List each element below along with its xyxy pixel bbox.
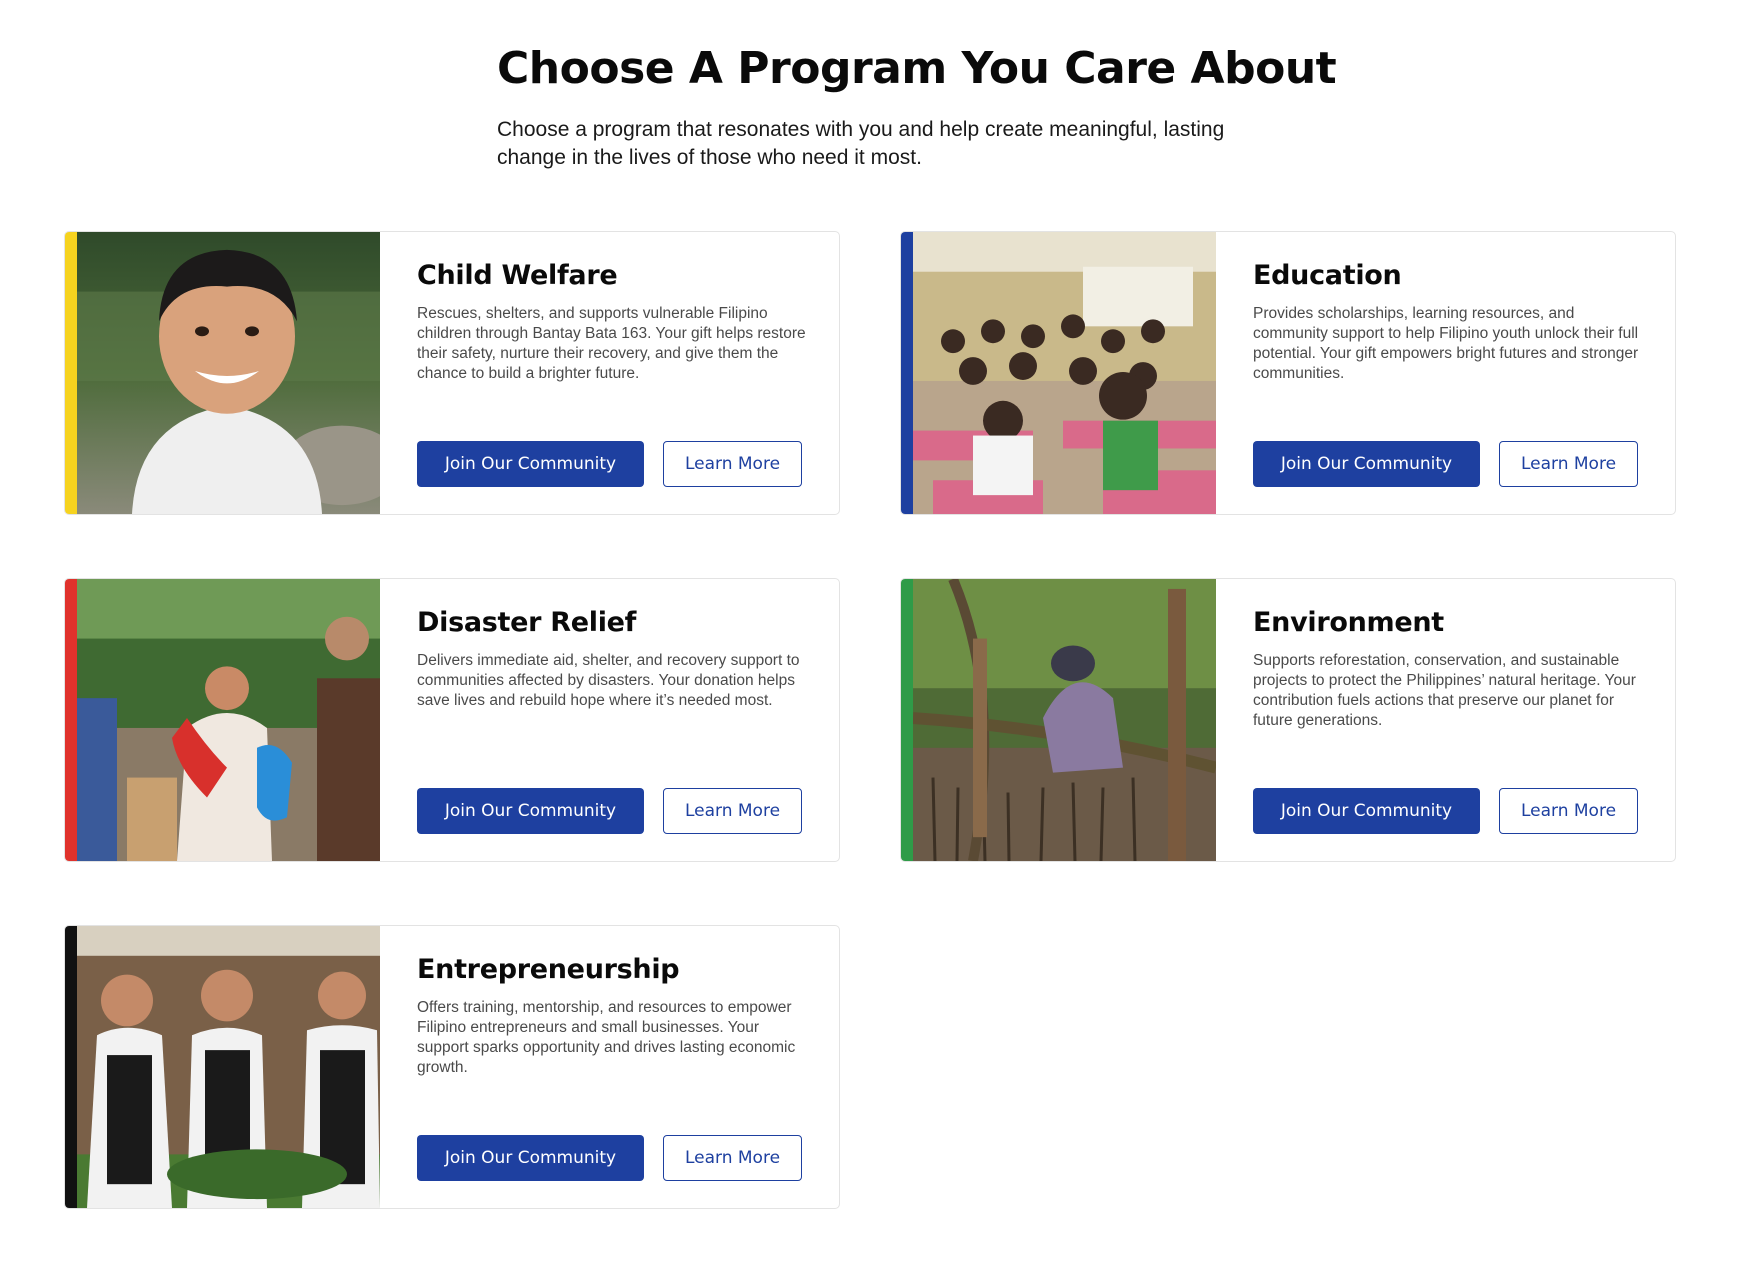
- smiling-child-photo: [77, 232, 380, 514]
- page-subtitle: Choose a program that resonates with you…: [497, 118, 1225, 169]
- program-card-environment: Environment Supports reforestation, cons…: [900, 578, 1676, 862]
- join-community-button[interactable]: Join Our Community: [1253, 788, 1480, 834]
- card-title: Entrepreneurship: [417, 954, 680, 985]
- card-accent-bar: [65, 232, 77, 514]
- join-community-button[interactable]: Join Our Community: [1253, 441, 1480, 487]
- program-card-education: Education Provides scholarships, learnin…: [900, 231, 1676, 515]
- learn-more-button[interactable]: Learn More: [663, 441, 802, 487]
- learn-more-button[interactable]: Learn More: [1499, 441, 1638, 487]
- program-card-disaster-relief: Disaster Relief Delivers immediate aid, …: [64, 578, 840, 862]
- card-title: Child Welfare: [417, 260, 618, 291]
- card-accent-bar: [65, 579, 77, 861]
- card-accent-bar: [901, 232, 913, 514]
- card-title: Environment: [1253, 607, 1444, 638]
- card-content: Child Welfare Rescues, shelters, and sup…: [417, 258, 817, 384]
- join-community-button[interactable]: Join Our Community: [417, 788, 644, 834]
- card-accent-bar: [901, 579, 913, 861]
- card-title: Disaster Relief: [417, 607, 637, 638]
- relief-distribution-photo: [77, 579, 380, 861]
- women-entrepreneurs-photo: [77, 926, 380, 1208]
- program-card-entrepreneurship: Entrepreneurship Offers training, mentor…: [64, 925, 840, 1209]
- card-content: Entrepreneurship Offers training, mentor…: [417, 952, 817, 1078]
- classroom-students-photo: [913, 232, 1216, 514]
- card-title: Education: [1253, 260, 1402, 291]
- learn-more-button[interactable]: Learn More: [663, 1135, 802, 1181]
- card-description: Offers training, mentorship, and resourc…: [417, 999, 796, 1076]
- mangrove-planting-photo: [913, 579, 1216, 861]
- card-description: Provides scholarships, learning resource…: [1253, 305, 1639, 382]
- page-title: Choose A Program You Care About: [497, 43, 1337, 94]
- program-card-child-welfare: Child Welfare Rescues, shelters, and sup…: [64, 231, 840, 515]
- join-community-button[interactable]: Join Our Community: [417, 441, 644, 487]
- join-community-button[interactable]: Join Our Community: [417, 1135, 644, 1181]
- learn-more-button[interactable]: Learn More: [1499, 788, 1638, 834]
- section-header: Choose A Program You Care About Choose a…: [497, 40, 1337, 172]
- card-accent-bar: [65, 926, 77, 1208]
- learn-more-button[interactable]: Learn More: [663, 788, 802, 834]
- card-content: Environment Supports reforestation, cons…: [1253, 605, 1653, 731]
- card-content: Education Provides scholarships, learnin…: [1253, 258, 1653, 384]
- card-content: Disaster Relief Delivers immediate aid, …: [417, 605, 817, 711]
- card-description: Rescues, shelters, and supports vulnerab…: [417, 305, 806, 382]
- card-description: Supports reforestation, conservation, an…: [1253, 652, 1636, 729]
- card-description: Delivers immediate aid, shelter, and rec…: [417, 652, 800, 709]
